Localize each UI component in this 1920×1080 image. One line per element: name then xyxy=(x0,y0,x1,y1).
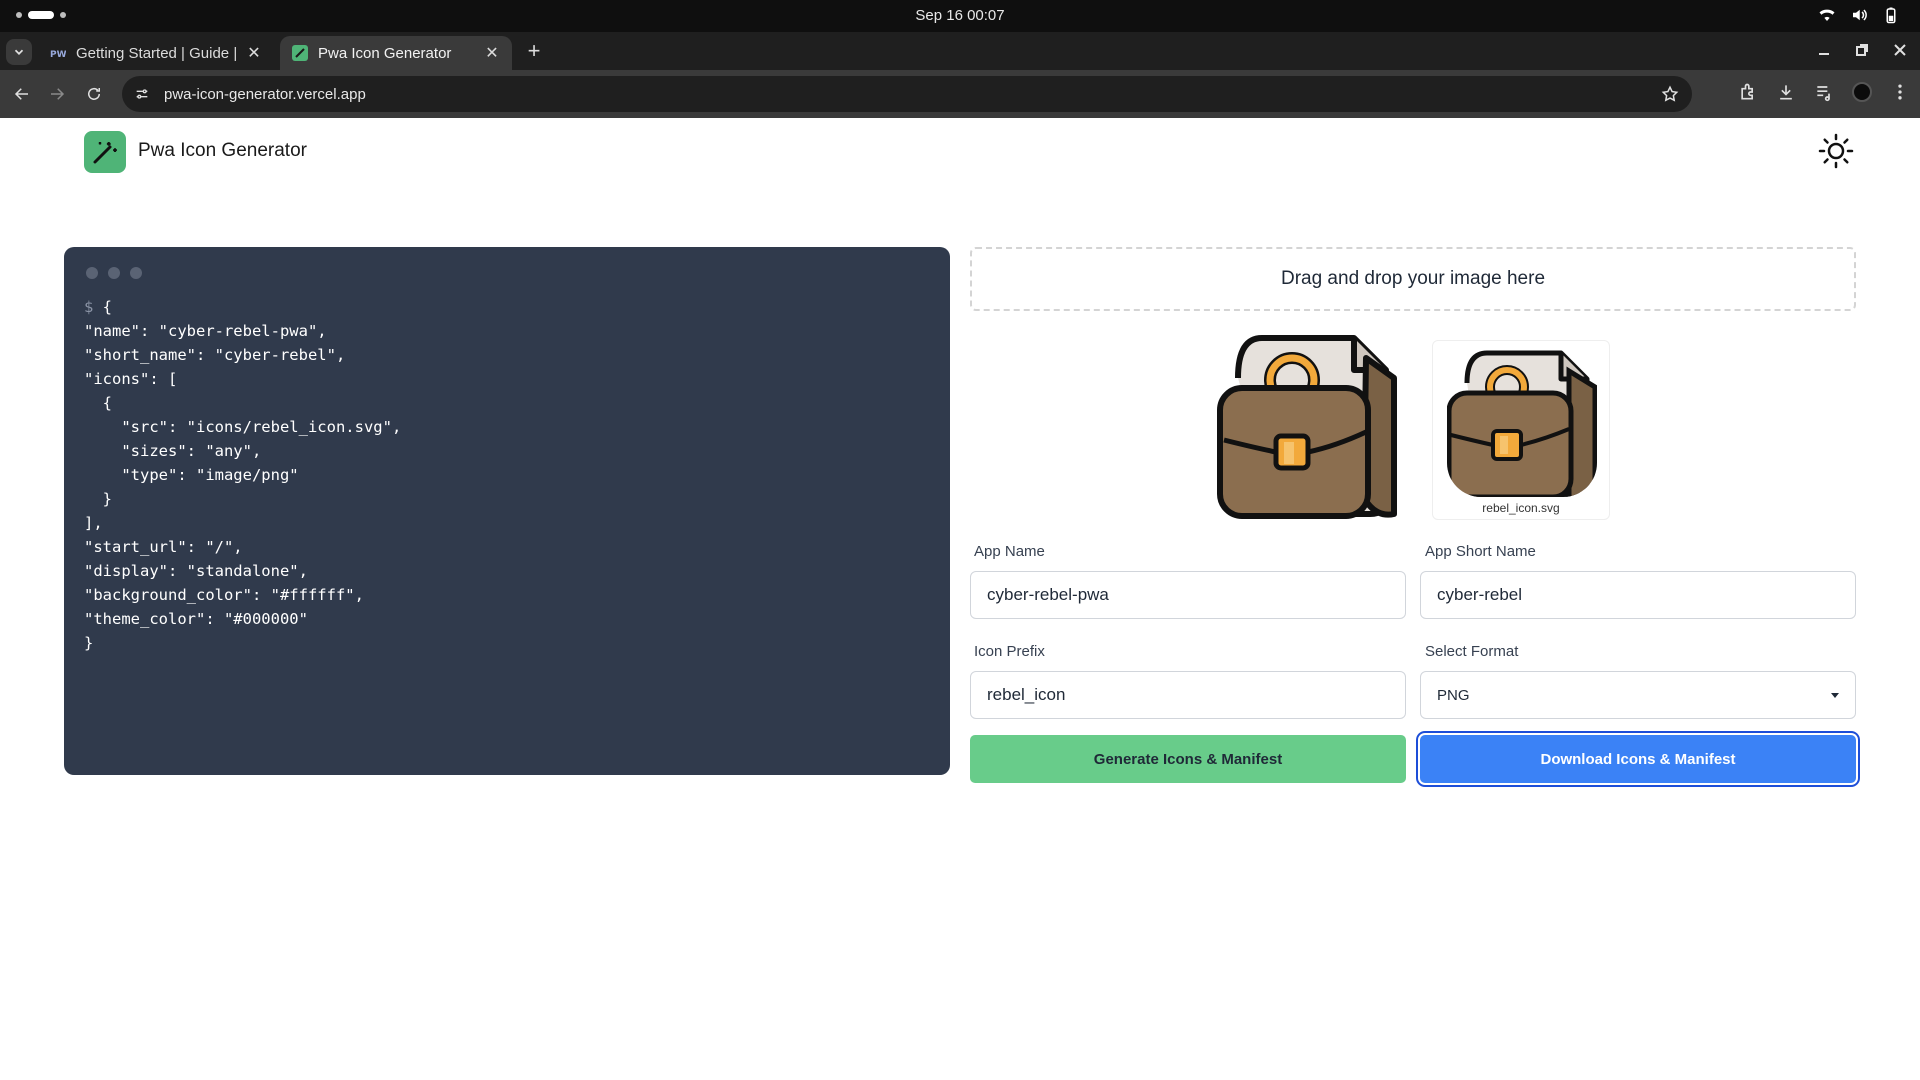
generated-icon-card: rebel_icon.svg xyxy=(1432,340,1610,520)
manifest-json-content: { "name": "cyber-rebel-pwa", "short_name… xyxy=(84,298,402,652)
caret-down-icon xyxy=(1831,692,1839,698)
app-name-label: App Name xyxy=(974,543,1045,560)
app-favicon-icon xyxy=(292,45,308,61)
icon-prefix-input[interactable] xyxy=(970,671,1406,719)
image-dropzone[interactable]: Drag and drop your image here xyxy=(970,247,1856,311)
short-name-label: App Short Name xyxy=(1425,543,1536,560)
tab-search-button[interactable] xyxy=(6,39,32,65)
tab-label: Getting Started | Guide | xyxy=(76,44,238,62)
app-name-input[interactable] xyxy=(970,571,1406,619)
shell-prompt: $ xyxy=(84,298,94,316)
new-tab-button[interactable]: + xyxy=(522,40,546,64)
window-dot xyxy=(86,267,98,279)
window-controls xyxy=(1816,42,1908,58)
address-bar[interactable]: pwa-icon-generator.vercel.app xyxy=(122,76,1692,112)
minimize-icon[interactable] xyxy=(1816,42,1832,58)
arrow-right-icon xyxy=(51,88,65,100)
bookmark-button[interactable] xyxy=(1658,82,1682,106)
star-icon xyxy=(1661,85,1679,102)
reload-button[interactable] xyxy=(82,82,106,106)
close-window-icon[interactable] xyxy=(1892,42,1908,58)
profile-avatar[interactable] xyxy=(1852,82,1872,102)
extensions-icon[interactable] xyxy=(1738,82,1758,102)
wifi-icon xyxy=(1819,9,1835,21)
tab-getting-started[interactable]: PWA Getting Started | Guide | ✕ xyxy=(38,36,274,70)
uploaded-image-preview xyxy=(1217,335,1397,519)
chevron-down-icon xyxy=(14,49,24,55)
media-control-icon[interactable] xyxy=(1814,82,1834,102)
browser-tab-strip: PWA Getting Started | Guide | ✕ Pwa Icon… xyxy=(0,32,1920,70)
url-text[interactable]: pwa-icon-generator.vercel.app xyxy=(164,86,1658,103)
app-title: Pwa Icon Generator xyxy=(138,140,307,161)
more-menu-icon[interactable] xyxy=(1890,82,1910,102)
restore-icon[interactable] xyxy=(1854,42,1870,58)
generated-icon-preview xyxy=(1447,350,1597,497)
tab-pwa-icon-generator[interactable]: Pwa Icon Generator ✕ xyxy=(280,36,512,70)
browser-toolbar: pwa-icon-generator.vercel.app xyxy=(0,70,1920,118)
system-clock[interactable]: Sep 16 00:07 xyxy=(0,7,1920,24)
short-name-input[interactable] xyxy=(1420,571,1856,619)
system-status-area[interactable] xyxy=(1818,6,1900,24)
window-dot xyxy=(130,267,142,279)
magic-wand-icon xyxy=(93,142,117,164)
window-dot xyxy=(108,267,120,279)
close-icon[interactable]: ✕ xyxy=(484,43,500,63)
manifest-json-text: $ { "name": "cyber-rebel-pwa", "short_na… xyxy=(84,295,401,655)
reload-icon xyxy=(88,87,100,100)
tab-label: Pwa Icon Generator xyxy=(318,44,452,62)
battery-icon xyxy=(1886,7,1896,24)
theme-toggle-button[interactable] xyxy=(1818,133,1854,169)
manifest-code-panel: $ { "name": "cyber-rebel-pwa", "short_na… xyxy=(64,247,950,775)
icon-prefix-label: Icon Prefix xyxy=(974,643,1045,660)
site-info-button[interactable] xyxy=(130,82,154,106)
forward-button[interactable] xyxy=(45,82,69,106)
svg-text:PWA: PWA xyxy=(50,50,66,60)
icon-filename: rebel_icon.svg xyxy=(1482,501,1560,515)
back-button[interactable] xyxy=(10,82,34,106)
tune-icon xyxy=(136,89,148,99)
download-icon[interactable] xyxy=(1776,82,1796,102)
window-dots xyxy=(86,267,142,279)
download-button[interactable]: Download Icons & Manifest xyxy=(1420,735,1856,783)
briefcase-icon xyxy=(1447,350,1597,497)
close-icon[interactable]: ✕ xyxy=(246,43,262,63)
volume-icon xyxy=(1853,9,1867,21)
arrow-left-icon xyxy=(14,88,28,100)
app-logo[interactable] xyxy=(84,131,126,173)
select-format-label: Select Format xyxy=(1425,643,1519,660)
format-select-value: PNG xyxy=(1437,686,1470,704)
sun-icon xyxy=(1818,133,1854,169)
generate-button[interactable]: Generate Icons & Manifest xyxy=(970,735,1406,783)
toolbar-actions xyxy=(1738,82,1910,102)
os-top-bar: Sep 16 00:07 xyxy=(0,0,1920,32)
format-select[interactable]: PNG xyxy=(1420,671,1856,719)
pwa-favicon-icon: PWA xyxy=(50,50,66,60)
briefcase-icon xyxy=(1217,335,1397,519)
